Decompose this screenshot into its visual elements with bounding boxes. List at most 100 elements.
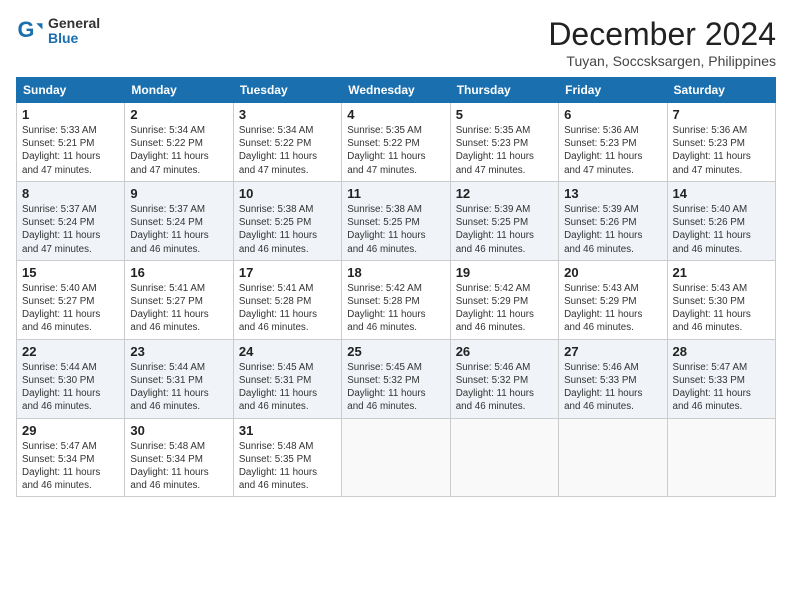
cell-sun-info: Sunrise: 5:40 AM Sunset: 5:27 PM Dayligh…	[22, 282, 119, 335]
calendar-cell: 29 Sunrise: 5:47 AM Sunset: 5:34 PM Dayli…	[17, 418, 125, 497]
calendar-cell: 25 Sunrise: 5:45 AM Sunset: 5:32 PM Dayli…	[342, 339, 450, 418]
cell-sun-info: Sunrise: 5:43 AM Sunset: 5:29 PM Dayligh…	[564, 282, 661, 335]
calendar-cell	[342, 418, 450, 497]
cell-sun-info: Sunrise: 5:46 AM Sunset: 5:32 PM Dayligh…	[456, 361, 553, 414]
cell-sun-info: Sunrise: 5:42 AM Sunset: 5:29 PM Dayligh…	[456, 282, 553, 335]
calendar-week-row: 15 Sunrise: 5:40 AM Sunset: 5:27 PM Dayli…	[17, 260, 776, 339]
calendar-week-row: 8 Sunrise: 5:37 AM Sunset: 5:24 PM Daylig…	[17, 181, 776, 260]
day-number: 24	[239, 344, 336, 359]
day-number: 15	[22, 265, 119, 280]
calendar-week-row: 1Sunrise: 5:33 AM Sunset: 5:21 PM Daylig…	[17, 103, 776, 182]
day-number: 12	[456, 186, 553, 201]
calendar-cell: 17 Sunrise: 5:41 AM Sunset: 5:28 PM Dayli…	[233, 260, 341, 339]
calendar-cell: 10Sunrise: 5:38 AM Sunset: 5:25 PM Dayli…	[233, 181, 341, 260]
cell-sun-info: Sunrise: 5:47 AM Sunset: 5:34 PM Dayligh…	[22, 440, 119, 493]
calendar-cell: 30 Sunrise: 5:48 AM Sunset: 5:34 PM Dayli…	[125, 418, 233, 497]
day-number: 7	[673, 107, 770, 122]
cell-sun-info: Sunrise: 5:45 AM Sunset: 5:31 PM Dayligh…	[239, 361, 336, 414]
calendar-cell: 18Sunrise: 5:42 AM Sunset: 5:28 PM Dayli…	[342, 260, 450, 339]
day-number: 21	[673, 265, 770, 280]
cell-sun-info: Sunrise: 5:38 AM Sunset: 5:25 PM Dayligh…	[239, 203, 336, 256]
calendar-cell: 12 Sunrise: 5:39 AM Sunset: 5:25 PM Dayli…	[450, 181, 558, 260]
logo-general-text: General	[48, 16, 100, 31]
calendar-cell	[559, 418, 667, 497]
day-number: 25	[347, 344, 444, 359]
cell-sun-info: Sunrise: 5:34 AM Sunset: 5:22 PM Dayligh…	[239, 124, 336, 177]
calendar-cell: 19 Sunrise: 5:42 AM Sunset: 5:29 PM Dayli…	[450, 260, 558, 339]
calendar-cell: 27Sunrise: 5:46 AM Sunset: 5:33 PM Dayli…	[559, 339, 667, 418]
calendar-header-saturday: Saturday	[667, 78, 775, 103]
calendar-cell: 1Sunrise: 5:33 AM Sunset: 5:21 PM Daylig…	[17, 103, 125, 182]
calendar-cell: 13Sunrise: 5:39 AM Sunset: 5:26 PM Dayli…	[559, 181, 667, 260]
cell-sun-info: Sunrise: 5:34 AM Sunset: 5:22 PM Dayligh…	[130, 124, 227, 177]
calendar-cell: 26 Sunrise: 5:46 AM Sunset: 5:32 PM Dayli…	[450, 339, 558, 418]
calendar-cell: 20Sunrise: 5:43 AM Sunset: 5:29 PM Dayli…	[559, 260, 667, 339]
calendar-week-row: 29 Sunrise: 5:47 AM Sunset: 5:34 PM Dayli…	[17, 418, 776, 497]
day-number: 8	[22, 186, 119, 201]
cell-sun-info: Sunrise: 5:47 AM Sunset: 5:33 PM Dayligh…	[673, 361, 770, 414]
calendar-header-thursday: Thursday	[450, 78, 558, 103]
cell-sun-info: Sunrise: 5:43 AM Sunset: 5:30 PM Dayligh…	[673, 282, 770, 335]
day-number: 9	[130, 186, 227, 201]
day-number: 4	[347, 107, 444, 122]
location-subtitle: Tuyan, Soccsksargen, Philippines	[548, 53, 776, 69]
calendar-cell: 2 Sunrise: 5:34 AM Sunset: 5:22 PM Daylig…	[125, 103, 233, 182]
calendar-cell: 5 Sunrise: 5:35 AM Sunset: 5:23 PM Daylig…	[450, 103, 558, 182]
month-title: December 2024	[548, 16, 776, 53]
calendar-header-row: SundayMondayTuesdayWednesdayThursdayFrid…	[17, 78, 776, 103]
calendar-header-tuesday: Tuesday	[233, 78, 341, 103]
calendar-week-row: 22Sunrise: 5:44 AM Sunset: 5:30 PM Dayli…	[17, 339, 776, 418]
calendar-cell	[667, 418, 775, 497]
cell-sun-info: Sunrise: 5:37 AM Sunset: 5:24 PM Dayligh…	[22, 203, 119, 256]
cell-sun-info: Sunrise: 5:44 AM Sunset: 5:31 PM Dayligh…	[130, 361, 227, 414]
day-number: 2	[130, 107, 227, 122]
cell-sun-info: Sunrise: 5:36 AM Sunset: 5:23 PM Dayligh…	[564, 124, 661, 177]
logo-blue-text: Blue	[48, 31, 100, 46]
logo: G General Blue	[16, 16, 100, 47]
calendar-cell: 31Sunrise: 5:48 AM Sunset: 5:35 PM Dayli…	[233, 418, 341, 497]
cell-sun-info: Sunrise: 5:41 AM Sunset: 5:27 PM Dayligh…	[130, 282, 227, 335]
cell-sun-info: Sunrise: 5:38 AM Sunset: 5:25 PM Dayligh…	[347, 203, 444, 256]
calendar-cell: 14Sunrise: 5:40 AM Sunset: 5:26 PM Dayli…	[667, 181, 775, 260]
cell-sun-info: Sunrise: 5:35 AM Sunset: 5:23 PM Dayligh…	[456, 124, 553, 177]
cell-sun-info: Sunrise: 5:37 AM Sunset: 5:24 PM Dayligh…	[130, 203, 227, 256]
day-number: 26	[456, 344, 553, 359]
cell-sun-info: Sunrise: 5:39 AM Sunset: 5:25 PM Dayligh…	[456, 203, 553, 256]
day-number: 23	[130, 344, 227, 359]
day-number: 27	[564, 344, 661, 359]
day-number: 11	[347, 186, 444, 201]
svg-text:G: G	[18, 18, 35, 43]
day-number: 5	[456, 107, 553, 122]
day-number: 28	[673, 344, 770, 359]
cell-sun-info: Sunrise: 5:44 AM Sunset: 5:30 PM Dayligh…	[22, 361, 119, 414]
day-number: 17	[239, 265, 336, 280]
day-number: 3	[239, 107, 336, 122]
day-number: 1	[22, 107, 119, 122]
day-number: 29	[22, 423, 119, 438]
calendar-cell: 24 Sunrise: 5:45 AM Sunset: 5:31 PM Dayli…	[233, 339, 341, 418]
day-number: 16	[130, 265, 227, 280]
cell-sun-info: Sunrise: 5:36 AM Sunset: 5:23 PM Dayligh…	[673, 124, 770, 177]
calendar-cell: 4Sunrise: 5:35 AM Sunset: 5:22 PM Daylig…	[342, 103, 450, 182]
calendar-cell: 22Sunrise: 5:44 AM Sunset: 5:30 PM Dayli…	[17, 339, 125, 418]
calendar-cell: 8 Sunrise: 5:37 AM Sunset: 5:24 PM Daylig…	[17, 181, 125, 260]
calendar-cell: 21 Sunrise: 5:43 AM Sunset: 5:30 PM Dayli…	[667, 260, 775, 339]
page-header: G General Blue December 2024 Tuyan, Socc…	[16, 16, 776, 69]
cell-sun-info: Sunrise: 5:48 AM Sunset: 5:34 PM Dayligh…	[130, 440, 227, 493]
cell-sun-info: Sunrise: 5:45 AM Sunset: 5:32 PM Dayligh…	[347, 361, 444, 414]
calendar-cell: 9 Sunrise: 5:37 AM Sunset: 5:24 PM Daylig…	[125, 181, 233, 260]
cell-sun-info: Sunrise: 5:42 AM Sunset: 5:28 PM Dayligh…	[347, 282, 444, 335]
day-number: 30	[130, 423, 227, 438]
calendar-body: 1Sunrise: 5:33 AM Sunset: 5:21 PM Daylig…	[17, 103, 776, 497]
logo-icon: G	[16, 17, 44, 45]
cell-sun-info: Sunrise: 5:41 AM Sunset: 5:28 PM Dayligh…	[239, 282, 336, 335]
calendar-header-monday: Monday	[125, 78, 233, 103]
day-number: 31	[239, 423, 336, 438]
calendar-cell: 23 Sunrise: 5:44 AM Sunset: 5:31 PM Dayli…	[125, 339, 233, 418]
calendar-cell: 7 Sunrise: 5:36 AM Sunset: 5:23 PM Daylig…	[667, 103, 775, 182]
day-number: 6	[564, 107, 661, 122]
title-block: December 2024 Tuyan, Soccsksargen, Phili…	[548, 16, 776, 69]
calendar-header-friday: Friday	[559, 78, 667, 103]
day-number: 19	[456, 265, 553, 280]
calendar-cell: 3 Sunrise: 5:34 AM Sunset: 5:22 PM Daylig…	[233, 103, 341, 182]
